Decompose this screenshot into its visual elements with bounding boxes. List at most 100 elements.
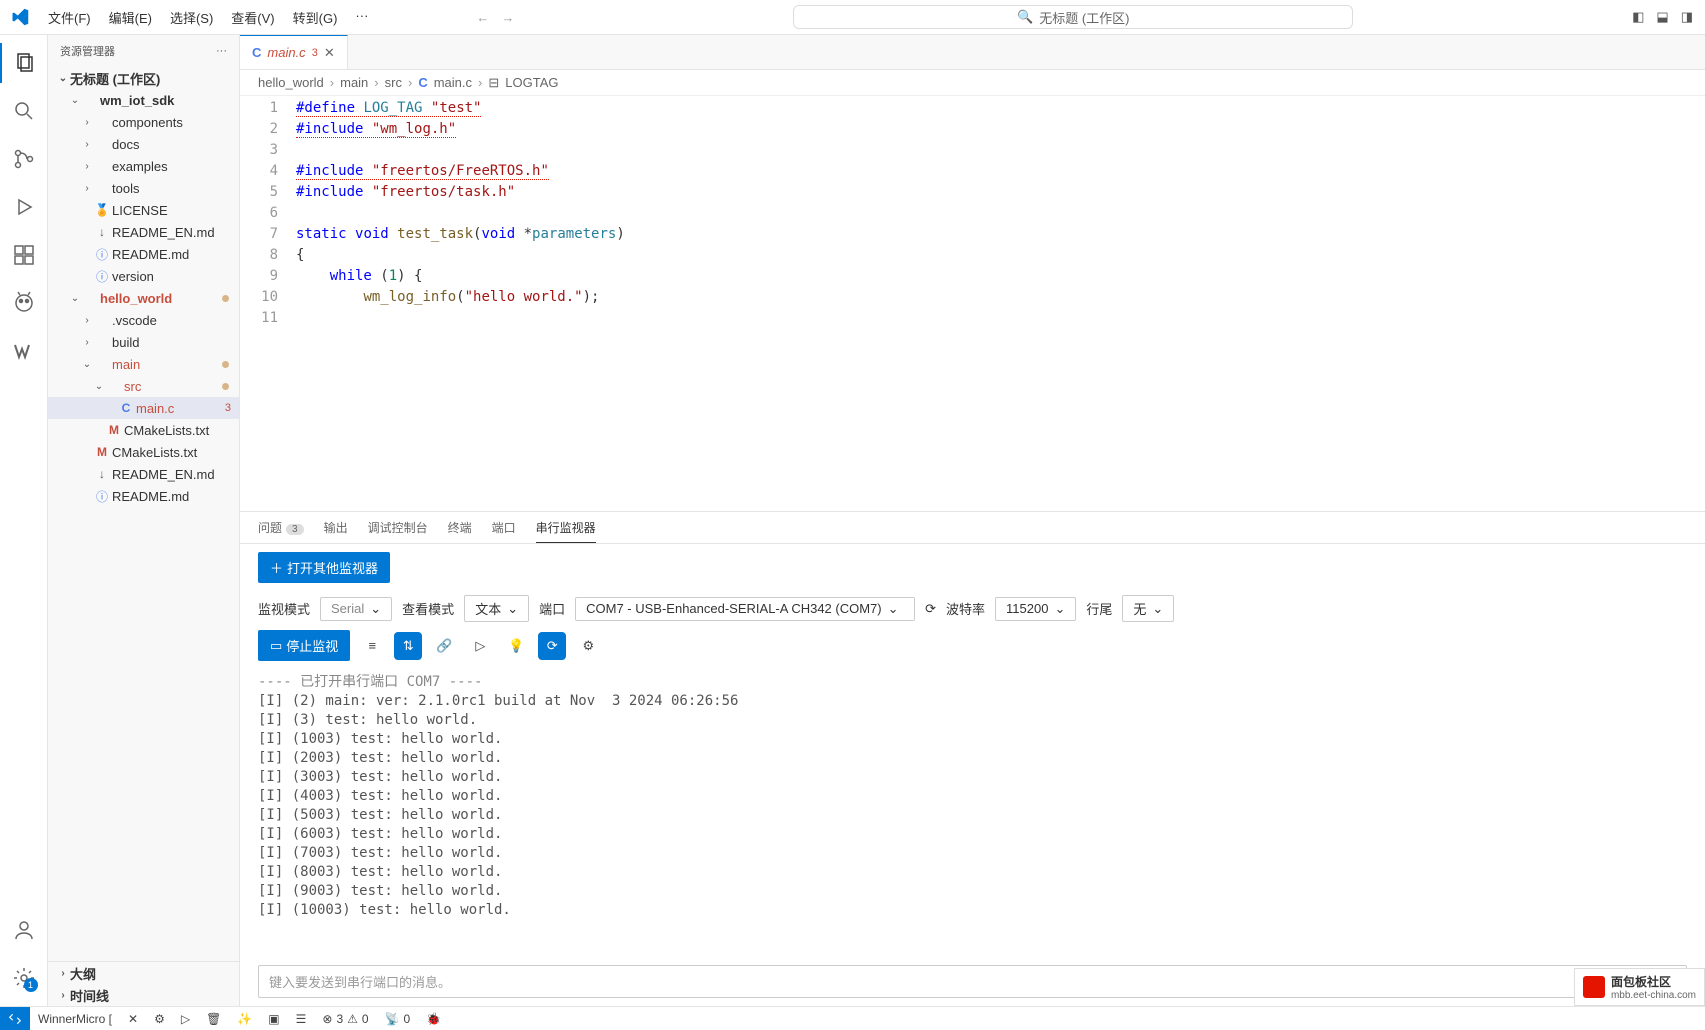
- code-editor[interactable]: 1234567891011 #define LOG_TAG "test" #in…: [240, 96, 1705, 511]
- menu-view[interactable]: 查看(V): [223, 4, 282, 31]
- activity-wm-icon[interactable]: [0, 331, 48, 371]
- menu-select[interactable]: 选择(S): [162, 4, 221, 31]
- activity-settings-icon[interactable]: 1: [0, 958, 48, 998]
- chevron-icon: ›: [80, 139, 94, 150]
- tree-item[interactable]: ⌄hello_world: [48, 287, 239, 309]
- status-project[interactable]: WinnerMicro [: [30, 1012, 120, 1026]
- chevron-icon: ›: [80, 315, 94, 326]
- tree-item[interactable]: ⓘREADME.md: [48, 485, 239, 507]
- baud-label: 波特率: [946, 599, 985, 618]
- tree-item[interactable]: ⌄wm_iot_sdk: [48, 89, 239, 111]
- eol-select[interactable]: 无⌄: [1122, 595, 1174, 622]
- nav-forward-icon[interactable]: →: [501, 10, 514, 25]
- panel-tab[interactable]: 输出: [324, 513, 348, 542]
- bottom-panel: 问题3输出调试控制台终端端口串行监视器 ＋打开其他监视器 监视模式 Serial…: [240, 511, 1705, 1006]
- stop-monitor-button[interactable]: ▭停止监视: [258, 630, 350, 661]
- activity-extensions-icon[interactable]: [0, 235, 48, 275]
- sidebar-more-icon[interactable]: ···: [216, 45, 227, 57]
- status-save-icon[interactable]: ▣: [260, 1012, 287, 1026]
- remote-indicator[interactable]: [0, 1007, 30, 1030]
- status-gear-icon[interactable]: ⚙: [146, 1012, 173, 1026]
- serial-terminal[interactable]: ---- 已打开串行端口 COM7 ----[I] (2) main: ver:…: [240, 669, 1705, 957]
- status-tools-icon[interactable]: ✕: [120, 1012, 146, 1026]
- port-select[interactable]: COM7 - USB-Enhanced-SERIAL-A CH342 (COM7…: [575, 597, 915, 621]
- tree-item[interactable]: 🏅LICENSE: [48, 199, 239, 221]
- tree-item[interactable]: MCMakeLists.txt: [48, 419, 239, 441]
- tree-item[interactable]: ›tools: [48, 177, 239, 199]
- menu-edit[interactable]: 编辑(E): [101, 4, 160, 31]
- toolbar-link-icon[interactable]: 🔗: [430, 632, 458, 660]
- activity-platformio-icon[interactable]: [0, 283, 48, 323]
- file-icon: ↓: [94, 225, 110, 239]
- nav-back-icon[interactable]: ←: [476, 10, 489, 25]
- toolbar-list-icon[interactable]: ≡: [358, 632, 386, 660]
- file-icon: C: [118, 401, 134, 415]
- tab-close-icon[interactable]: ✕: [324, 45, 335, 61]
- tree-item[interactable]: ›.vscode: [48, 309, 239, 331]
- toolbar-bulb-icon[interactable]: 💡: [502, 632, 530, 660]
- tree-item-label: tools: [112, 181, 139, 196]
- activity-debug-icon[interactable]: [0, 187, 48, 227]
- menu-more[interactable]: ···: [347, 4, 376, 31]
- activity-account-icon[interactable]: [0, 910, 48, 950]
- activity-scm-icon[interactable]: [0, 139, 48, 179]
- settings-badge: 1: [24, 978, 38, 992]
- panel-tab[interactable]: 串行监视器: [536, 513, 596, 543]
- layout-panel-icon[interactable]: ⬓: [1656, 9, 1668, 25]
- tree-item-label: main: [112, 357, 140, 372]
- tree-item[interactable]: ⓘREADME.md: [48, 243, 239, 265]
- file-icon: 🏅: [94, 203, 110, 217]
- baud-select[interactable]: 115200⌄: [995, 597, 1076, 621]
- toolbar-gear-icon[interactable]: ⚙: [574, 632, 602, 660]
- view-mode-select[interactable]: 文本⌄: [464, 595, 529, 622]
- toolbar-toggle-icon[interactable]: ⇅: [394, 632, 422, 660]
- chevron-down-icon: ⌄: [56, 73, 70, 84]
- eol-label: 行尾: [1086, 599, 1112, 618]
- status-wand-icon[interactable]: ✨: [229, 1012, 260, 1026]
- tab-main-c[interactable]: C main.c 3 ✕: [240, 35, 348, 69]
- tree-item-dot: [222, 383, 229, 390]
- activity-explorer-icon[interactable]: [0, 43, 48, 83]
- refresh-icon[interactable]: ⟳: [925, 601, 936, 617]
- menu-goto[interactable]: 转到(G): [285, 4, 346, 31]
- send-input[interactable]: 键入要发送到串行端口的消息。: [258, 965, 1687, 998]
- panel-tab[interactable]: 调试控制台: [368, 513, 428, 542]
- tree-item[interactable]: ⌄src: [48, 375, 239, 397]
- panel-tab[interactable]: 终端: [448, 513, 472, 542]
- file-icon: ⓘ: [94, 246, 110, 263]
- monitor-mode-select[interactable]: Serial⌄: [320, 597, 392, 621]
- layout-sidebar-left-icon[interactable]: ◧: [1632, 9, 1644, 25]
- tree-item[interactable]: ›build: [48, 331, 239, 353]
- menu-file[interactable]: 文件(F): [40, 4, 99, 31]
- outline-section[interactable]: ›大纲: [48, 962, 239, 984]
- command-center[interactable]: 🔍 无标题 (工作区): [793, 5, 1353, 29]
- timeline-section[interactable]: ›时间线: [48, 984, 239, 1006]
- tree-item[interactable]: ↓README_EN.md: [48, 463, 239, 485]
- activity-search-icon[interactable]: [0, 91, 48, 131]
- tree-item[interactable]: ›examples: [48, 155, 239, 177]
- status-problems[interactable]: ⊗3 ⚠0: [314, 1012, 376, 1026]
- toolbar-run-icon[interactable]: ▷: [466, 632, 494, 660]
- status-debug-icon[interactable]: 🐞: [418, 1012, 449, 1026]
- file-icon: ⓘ: [94, 268, 110, 285]
- panel-tab[interactable]: 问题3: [258, 513, 304, 542]
- tree-item[interactable]: ⌄main: [48, 353, 239, 375]
- tree-item[interactable]: ↓README_EN.md: [48, 221, 239, 243]
- status-radio[interactable]: 📡0: [377, 1012, 419, 1026]
- layout-sidebar-right-icon[interactable]: ◨: [1681, 9, 1693, 25]
- tree-item[interactable]: MCMakeLists.txt: [48, 441, 239, 463]
- breadcrumbs[interactable]: hello_world› main› src› C main.c› ⊟ LOGT…: [240, 70, 1705, 96]
- tree-item[interactable]: ›docs: [48, 133, 239, 155]
- tree-item-label: version: [112, 269, 154, 284]
- panel-tab[interactable]: 端口: [492, 513, 516, 542]
- toolbar-refresh-icon[interactable]: ⟳: [538, 632, 566, 660]
- tree-item[interactable]: ›components: [48, 111, 239, 133]
- menu-bar: 文件(F) 编辑(E) 选择(S) 查看(V) 转到(G) ···: [40, 4, 376, 31]
- tree-item[interactable]: ⓘversion: [48, 265, 239, 287]
- status-play-icon[interactable]: ▷: [173, 1012, 198, 1026]
- open-other-monitor-button[interactable]: ＋打开其他监视器: [258, 552, 390, 583]
- status-trash-icon[interactable]: 🗑: [198, 1012, 229, 1026]
- tree-item[interactable]: Cmain.c3: [48, 397, 239, 419]
- status-list-icon[interactable]: ☰: [288, 1012, 315, 1026]
- tree-root[interactable]: ⌄ 无标题 (工作区): [48, 67, 239, 89]
